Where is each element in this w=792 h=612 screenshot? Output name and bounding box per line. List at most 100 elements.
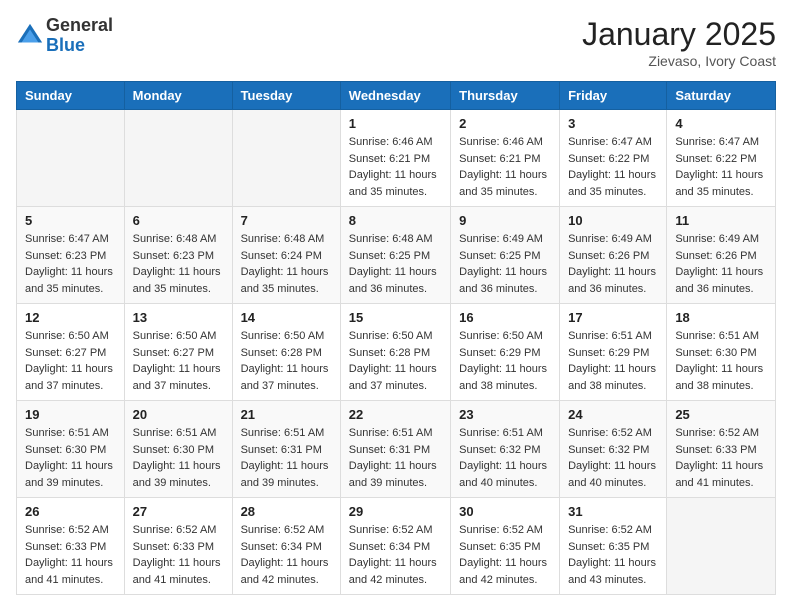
calendar-cell: 15 Sunrise: 6:50 AMSunset: 6:28 PMDayligh… (340, 304, 450, 401)
day-info: Sunrise: 6:48 AMSunset: 6:23 PMDaylight:… (133, 231, 224, 297)
calendar-cell: 31 Sunrise: 6:52 AMSunset: 6:35 PMDayligh… (560, 498, 667, 595)
day-info: Sunrise: 6:51 AMSunset: 6:30 PMDaylight:… (133, 425, 224, 491)
day-number: 9 (459, 213, 551, 228)
calendar-cell (667, 498, 776, 595)
calendar-cell: 27 Sunrise: 6:52 AMSunset: 6:33 PMDayligh… (124, 498, 232, 595)
day-number: 6 (133, 213, 224, 228)
day-info: Sunrise: 6:47 AMSunset: 6:22 PMDaylight:… (675, 134, 767, 200)
calendar-cell: 2 Sunrise: 6:46 AMSunset: 6:21 PMDaylight… (451, 110, 560, 207)
day-number: 28 (241, 504, 332, 519)
calendar-week-row: 26 Sunrise: 6:52 AMSunset: 6:33 PMDayligh… (17, 498, 776, 595)
day-info: Sunrise: 6:50 AMSunset: 6:29 PMDaylight:… (459, 328, 551, 394)
day-number: 31 (568, 504, 658, 519)
day-info: Sunrise: 6:52 AMSunset: 6:35 PMDaylight:… (568, 522, 658, 588)
calendar-cell: 12 Sunrise: 6:50 AMSunset: 6:27 PMDayligh… (17, 304, 125, 401)
day-number: 1 (349, 116, 442, 131)
calendar-cell: 24 Sunrise: 6:52 AMSunset: 6:32 PMDayligh… (560, 401, 667, 498)
day-number: 26 (25, 504, 116, 519)
day-number: 20 (133, 407, 224, 422)
day-info: Sunrise: 6:51 AMSunset: 6:30 PMDaylight:… (25, 425, 116, 491)
day-info: Sunrise: 6:50 AMSunset: 6:27 PMDaylight:… (25, 328, 116, 394)
day-info: Sunrise: 6:51 AMSunset: 6:32 PMDaylight:… (459, 425, 551, 491)
day-info: Sunrise: 6:47 AMSunset: 6:23 PMDaylight:… (25, 231, 116, 297)
calendar-cell: 16 Sunrise: 6:50 AMSunset: 6:29 PMDayligh… (451, 304, 560, 401)
weekday-header-monday: Monday (124, 82, 232, 110)
day-number: 5 (25, 213, 116, 228)
day-info: Sunrise: 6:52 AMSunset: 6:33 PMDaylight:… (675, 425, 767, 491)
day-info: Sunrise: 6:49 AMSunset: 6:26 PMDaylight:… (675, 231, 767, 297)
weekday-header-row: SundayMondayTuesdayWednesdayThursdayFrid… (17, 82, 776, 110)
calendar-week-row: 5 Sunrise: 6:47 AMSunset: 6:23 PMDaylight… (17, 207, 776, 304)
calendar-cell (124, 110, 232, 207)
calendar-cell: 6 Sunrise: 6:48 AMSunset: 6:23 PMDaylight… (124, 207, 232, 304)
day-info: Sunrise: 6:52 AMSunset: 6:35 PMDaylight:… (459, 522, 551, 588)
logo-icon (16, 22, 44, 50)
calendar-cell: 23 Sunrise: 6:51 AMSunset: 6:32 PMDayligh… (451, 401, 560, 498)
calendar-cell: 11Sunrise: 6:49 AMSunset: 6:26 PMDayligh… (667, 207, 776, 304)
day-info: Sunrise: 6:52 AMSunset: 6:33 PMDaylight:… (133, 522, 224, 588)
calendar-cell: 3 Sunrise: 6:47 AMSunset: 6:22 PMDaylight… (560, 110, 667, 207)
calendar-cell: 14 Sunrise: 6:50 AMSunset: 6:28 PMDayligh… (232, 304, 340, 401)
page-header: General Blue January 2025 Zievaso, Ivory… (16, 16, 776, 69)
day-info: Sunrise: 6:50 AMSunset: 6:28 PMDaylight:… (349, 328, 442, 394)
calendar-cell: 9Sunrise: 6:49 AMSunset: 6:25 PMDaylight… (451, 207, 560, 304)
weekday-header-sunday: Sunday (17, 82, 125, 110)
day-number: 24 (568, 407, 658, 422)
day-number: 22 (349, 407, 442, 422)
day-info: Sunrise: 6:52 AMSunset: 6:34 PMDaylight:… (241, 522, 332, 588)
calendar-cell: 5 Sunrise: 6:47 AMSunset: 6:23 PMDaylight… (17, 207, 125, 304)
calendar-cell: 17Sunrise: 6:51 AMSunset: 6:29 PMDayligh… (560, 304, 667, 401)
day-number: 2 (459, 116, 551, 131)
day-info: Sunrise: 6:46 AMSunset: 6:21 PMDaylight:… (459, 134, 551, 200)
calendar-cell (232, 110, 340, 207)
day-info: Sunrise: 6:47 AMSunset: 6:22 PMDaylight:… (568, 134, 658, 200)
day-info: Sunrise: 6:52 AMSunset: 6:33 PMDaylight:… (25, 522, 116, 588)
day-number: 16 (459, 310, 551, 325)
day-number: 14 (241, 310, 332, 325)
day-number: 23 (459, 407, 551, 422)
calendar-week-row: 12 Sunrise: 6:50 AMSunset: 6:27 PMDayligh… (17, 304, 776, 401)
calendar-cell (17, 110, 125, 207)
day-number: 10 (568, 213, 658, 228)
weekday-header-tuesday: Tuesday (232, 82, 340, 110)
calendar-cell: 18Sunrise: 6:51 AMSunset: 6:30 PMDayligh… (667, 304, 776, 401)
day-info: Sunrise: 6:52 AMSunset: 6:32 PMDaylight:… (568, 425, 658, 491)
day-info: Sunrise: 6:51 AMSunset: 6:31 PMDaylight:… (241, 425, 332, 491)
calendar-cell: 8 Sunrise: 6:48 AMSunset: 6:25 PMDaylight… (340, 207, 450, 304)
day-number: 18 (675, 310, 767, 325)
day-number: 17 (568, 310, 658, 325)
day-number: 3 (568, 116, 658, 131)
weekday-header-wednesday: Wednesday (340, 82, 450, 110)
calendar-week-row: 19Sunrise: 6:51 AMSunset: 6:30 PMDayligh… (17, 401, 776, 498)
day-number: 21 (241, 407, 332, 422)
day-info: Sunrise: 6:52 AMSunset: 6:34 PMDaylight:… (349, 522, 442, 588)
day-number: 30 (459, 504, 551, 519)
day-info: Sunrise: 6:50 AMSunset: 6:27 PMDaylight:… (133, 328, 224, 394)
day-number: 7 (241, 213, 332, 228)
day-info: Sunrise: 6:51 AMSunset: 6:31 PMDaylight:… (349, 425, 442, 491)
day-info: Sunrise: 6:50 AMSunset: 6:28 PMDaylight:… (241, 328, 332, 394)
day-number: 12 (25, 310, 116, 325)
day-number: 8 (349, 213, 442, 228)
day-info: Sunrise: 6:49 AMSunset: 6:26 PMDaylight:… (568, 231, 658, 297)
day-number: 25 (675, 407, 767, 422)
calendar-cell: 26 Sunrise: 6:52 AMSunset: 6:33 PMDayligh… (17, 498, 125, 595)
month-title: January 2025 (582, 16, 776, 53)
day-info: Sunrise: 6:48 AMSunset: 6:25 PMDaylight:… (349, 231, 442, 297)
calendar-cell: 7 Sunrise: 6:48 AMSunset: 6:24 PMDaylight… (232, 207, 340, 304)
weekday-header-friday: Friday (560, 82, 667, 110)
calendar-cell: 28 Sunrise: 6:52 AMSunset: 6:34 PMDayligh… (232, 498, 340, 595)
day-number: 15 (349, 310, 442, 325)
day-number: 4 (675, 116, 767, 131)
calendar-cell: 13Sunrise: 6:50 AMSunset: 6:27 PMDayligh… (124, 304, 232, 401)
calendar-cell: 20 Sunrise: 6:51 AMSunset: 6:30 PMDayligh… (124, 401, 232, 498)
calendar-cell: 30 Sunrise: 6:52 AMSunset: 6:35 PMDayligh… (451, 498, 560, 595)
calendar-week-row: 1 Sunrise: 6:46 AMSunset: 6:21 PMDaylight… (17, 110, 776, 207)
logo: General Blue (16, 16, 113, 56)
day-info: Sunrise: 6:48 AMSunset: 6:24 PMDaylight:… (241, 231, 332, 297)
calendar-cell: 29Sunrise: 6:52 AMSunset: 6:34 PMDayligh… (340, 498, 450, 595)
title-block: January 2025 Zievaso, Ivory Coast (582, 16, 776, 69)
calendar-cell: 1Sunrise: 6:46 AMSunset: 6:21 PMDaylight… (340, 110, 450, 207)
calendar-cell: 4 Sunrise: 6:47 AMSunset: 6:22 PMDaylight… (667, 110, 776, 207)
day-number: 27 (133, 504, 224, 519)
